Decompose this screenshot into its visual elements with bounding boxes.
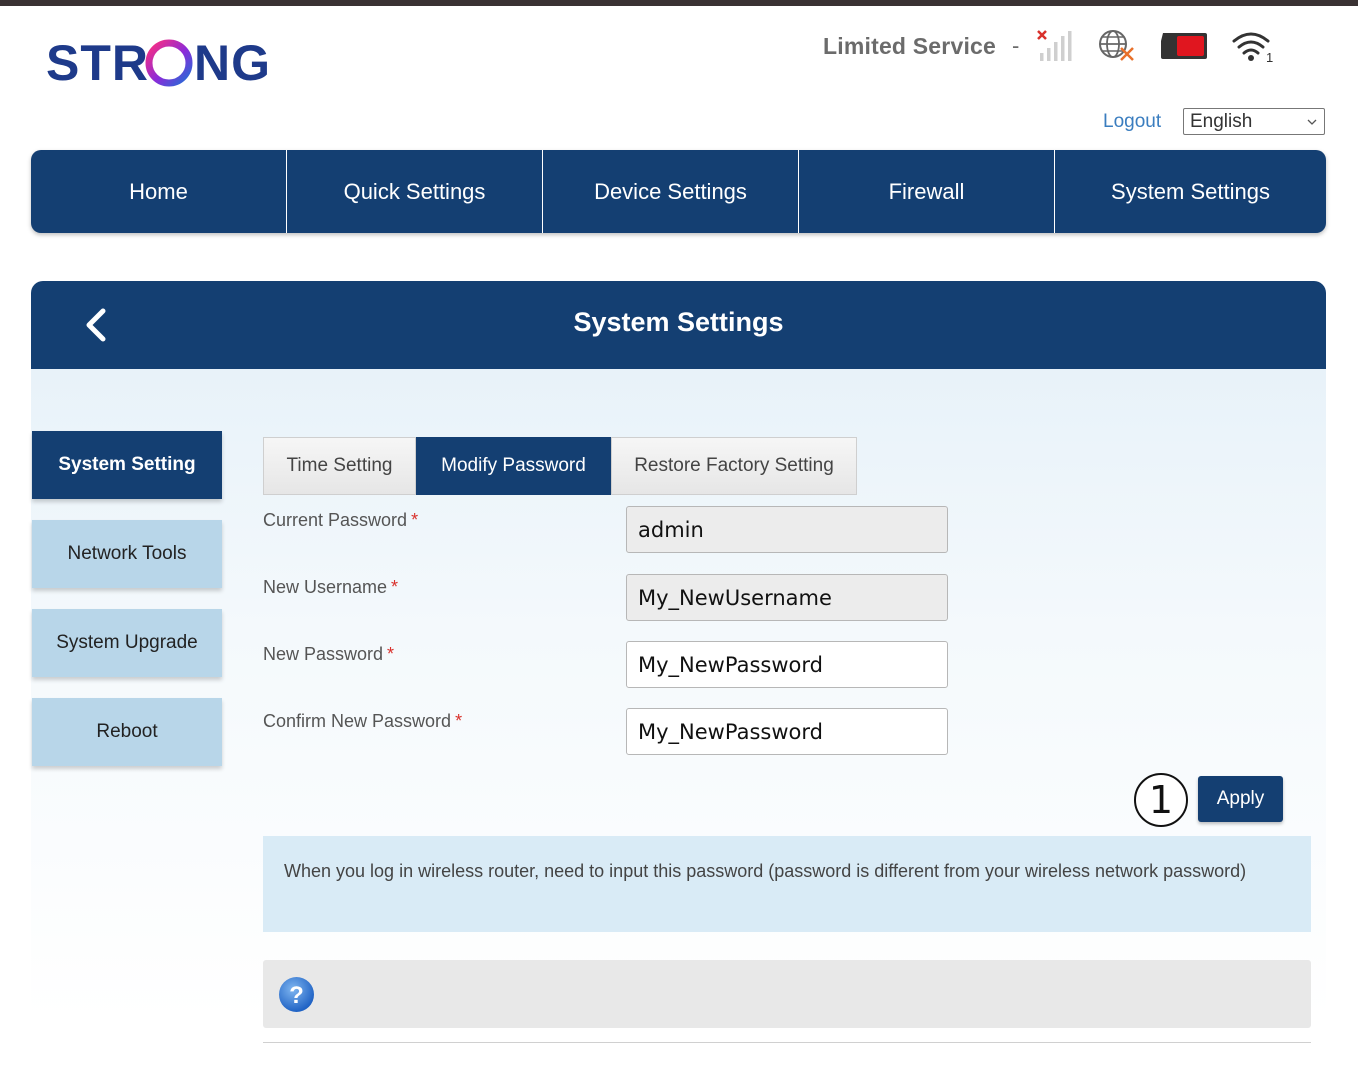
nav-device-settings[interactable]: Device Settings [543, 150, 799, 233]
bottom-divider [263, 1042, 1311, 1043]
logout-link[interactable]: Logout [1103, 111, 1161, 133]
current-password-field[interactable]: admin [626, 506, 948, 553]
sidebar-item-system-upgrade[interactable]: System Upgrade [32, 609, 222, 677]
no-internet-globe-icon [1097, 28, 1137, 64]
confirm-new-password-field[interactable]: My_NewPassword [626, 708, 948, 755]
required-mark: * [387, 644, 395, 664]
confirm-new-password-label: Confirm New Password * [263, 711, 463, 731]
nav-quick-settings[interactable]: Quick Settings [287, 150, 543, 233]
strong-logo: STR NG [46, 34, 291, 94]
step-callout-marker: 1 [1134, 773, 1188, 827]
new-username-field[interactable]: My_NewUsername [626, 574, 948, 621]
required-mark: * [455, 711, 463, 731]
tab-time-setting[interactable]: Time Setting [263, 437, 416, 495]
info-note: When you log in wireless router, need to… [263, 836, 1311, 932]
panel-header: System Settings [31, 281, 1326, 369]
nav-firewall[interactable]: Firewall [799, 150, 1055, 233]
nav-system-settings[interactable]: System Settings [1055, 150, 1326, 233]
svg-text:NG: NG [194, 35, 271, 91]
status-bar: Limited Service - 1 [823, 26, 1297, 66]
current-password-label: Current Password * [263, 510, 419, 530]
tab-modify-password[interactable]: Modify Password [416, 437, 611, 495]
wifi-client-count: 1 [1266, 50, 1273, 63]
new-password-label: New Password * [263, 644, 395, 664]
apply-button[interactable]: Apply [1198, 776, 1283, 822]
question-icon[interactable]: ? [278, 976, 315, 1013]
main-navigation: Home Quick Settings Device Settings Fire… [31, 150, 1326, 233]
sidebar-item-system-setting[interactable]: System Setting [32, 431, 222, 499]
new-password-field[interactable]: My_NewPassword [626, 641, 948, 688]
sim-card-icon [1159, 31, 1209, 61]
status-separator: - [1012, 33, 1020, 58]
required-mark: * [391, 577, 399, 597]
tab-restore-factory-setting[interactable]: Restore Factory Setting [611, 437, 857, 495]
service-status-text: Limited Service [823, 32, 997, 59]
svg-text:STR: STR [46, 35, 149, 91]
top-border [0, 0, 1358, 6]
language-select[interactable]: English [1183, 108, 1325, 135]
required-mark: * [411, 510, 419, 530]
settings-tabs: Time Setting Modify Password Restore Fac… [263, 437, 857, 495]
nav-home[interactable]: Home [31, 150, 287, 233]
sidebar-item-reboot[interactable]: Reboot [32, 698, 222, 766]
help-bar: ? [263, 960, 1311, 1028]
svg-text:?: ? [289, 982, 304, 1009]
chevron-down-icon [1307, 119, 1317, 125]
panel-title: System Settings [573, 307, 784, 337]
no-signal-icon [1037, 29, 1075, 63]
language-selected-value: English [1190, 111, 1253, 132]
new-username-label: New Username * [263, 577, 399, 597]
wifi-icon: 1 [1231, 29, 1275, 63]
sidebar-item-network-tools[interactable]: Network Tools [32, 520, 222, 588]
